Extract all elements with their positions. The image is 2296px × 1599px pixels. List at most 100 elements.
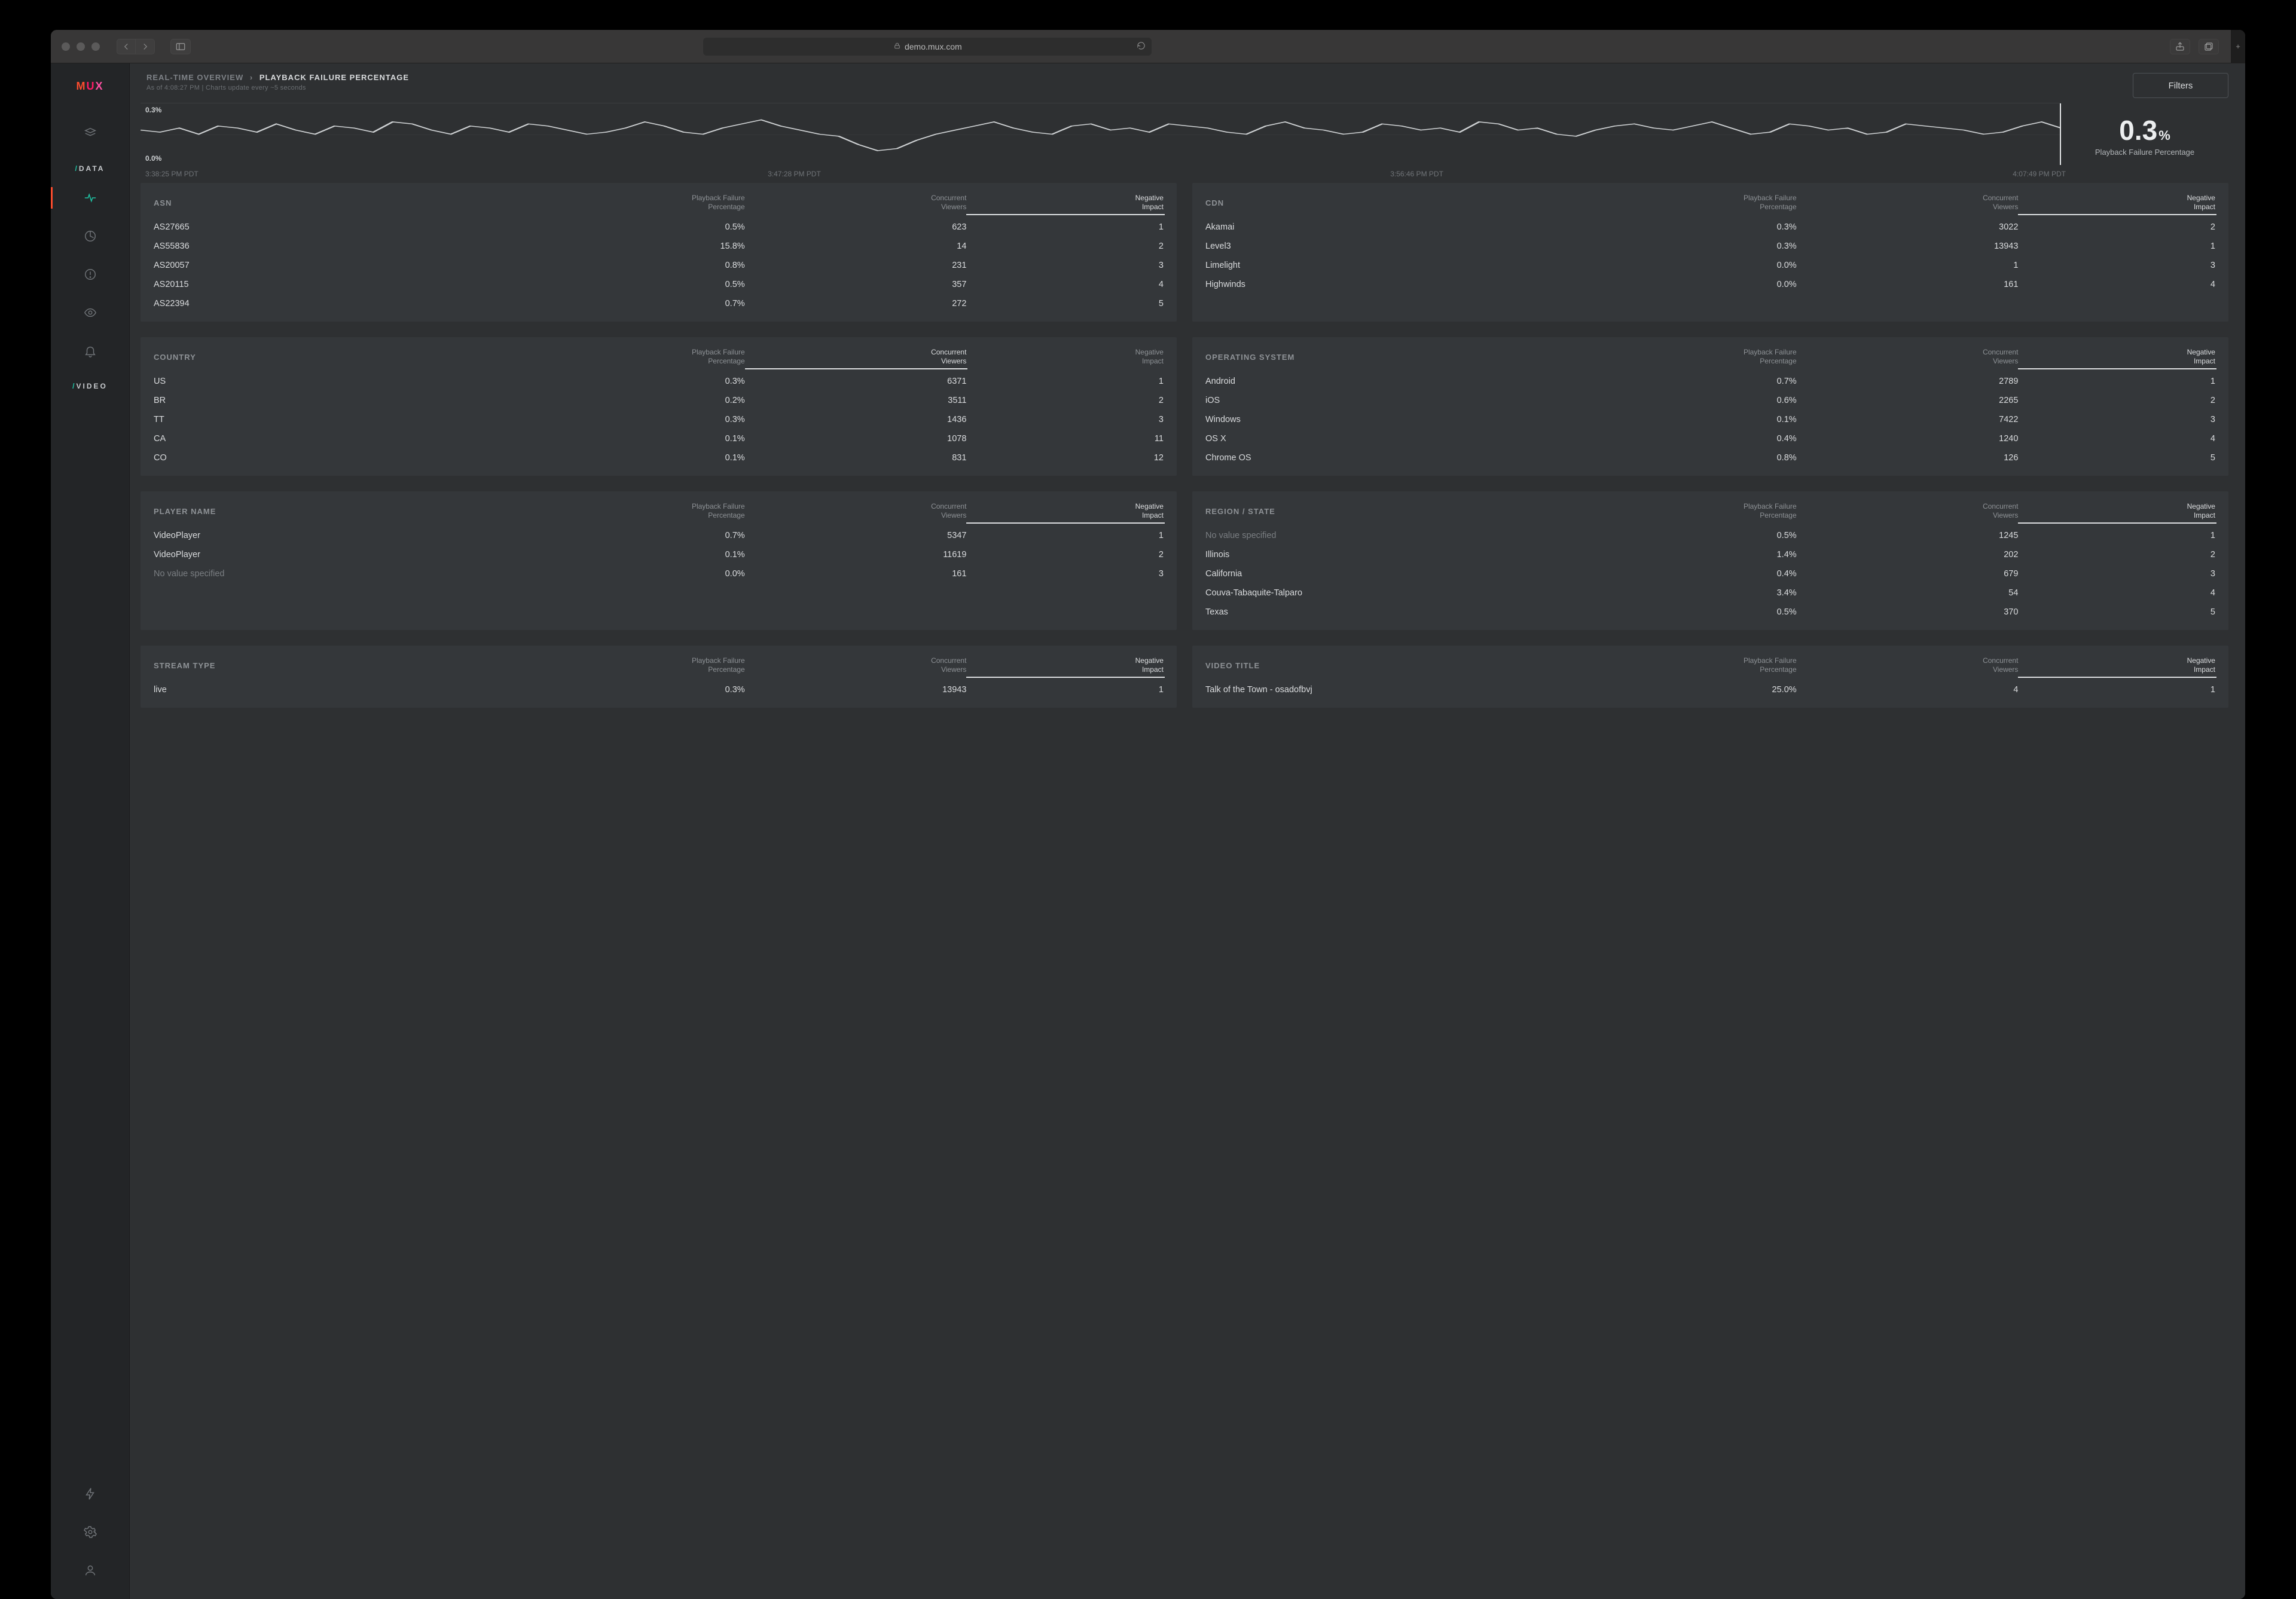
tabs-button[interactable] — [2199, 39, 2219, 54]
table-row[interactable]: Android0.7%27891 — [1205, 372, 2215, 391]
new-tab-button[interactable]: + — [2231, 30, 2245, 63]
window-controls — [62, 42, 100, 51]
table-row[interactable]: AS223940.7%2725 — [154, 294, 1164, 313]
sidebar-item-settings[interactable] — [51, 1513, 129, 1551]
table-row[interactable]: Windows0.1%74223 — [1205, 410, 2215, 429]
sidebar-item-realtime[interactable] — [51, 179, 129, 217]
table-row[interactable]: Texas0.5%3705 — [1205, 603, 2215, 622]
table-row[interactable]: US0.3%63711 — [154, 372, 1164, 391]
table-row[interactable]: AS201150.5%3574 — [154, 275, 1164, 294]
column-header-impact[interactable]: NegativeImpact — [2018, 348, 2215, 366]
table-row[interactable]: Chrome OS0.8%1265 — [1205, 448, 2215, 467]
column-header-impact[interactable]: NegativeImpact — [966, 348, 1164, 366]
table-row[interactable]: TT0.3%14363 — [154, 410, 1164, 429]
table-row[interactable]: AS200570.8%2313 — [154, 256, 1164, 275]
table-row[interactable]: iOS0.6%22652 — [1205, 391, 2215, 410]
table-row[interactable]: VideoPlayer0.1%116192 — [154, 545, 1164, 564]
column-header-viewers[interactable]: ConcurrentViewers — [745, 194, 967, 212]
column-header-viewers[interactable]: ConcurrentViewers — [1797, 656, 2019, 674]
table-row[interactable]: live0.3%139431 — [154, 680, 1164, 699]
column-header-impact[interactable]: NegativeImpact — [966, 194, 1164, 212]
column-header-metric[interactable]: Playback FailurePercentage — [499, 502, 745, 520]
sidebar-group-video: /VIDEO — [51, 370, 129, 396]
sidebar-item-alerts[interactable] — [51, 332, 129, 370]
table-row[interactable]: CO0.1%83112 — [154, 448, 1164, 467]
column-header-impact[interactable]: NegativeImpact — [2018, 194, 2215, 212]
breakdown-panels: ASNPlayback FailurePercentageConcurrentV… — [141, 183, 2228, 708]
row-impact: 4 — [2018, 434, 2215, 444]
table-row[interactable]: BR0.2%35112 — [154, 391, 1164, 410]
sidebar-toggle-button[interactable] — [170, 39, 191, 54]
column-header-metric[interactable]: Playback FailurePercentage — [1550, 656, 1797, 674]
sidebar-group-data: /DATA — [51, 152, 129, 179]
table-row[interactable]: Akamai0.3%30222 — [1205, 218, 2215, 237]
column-header-viewers[interactable]: ConcurrentViewers — [1797, 348, 2019, 366]
main-content: REAL-TIME OVERVIEW › PLAYBACK FAILURE PE… — [130, 63, 2245, 1599]
column-header-viewers[interactable]: ConcurrentViewers — [745, 348, 967, 366]
column-header-metric[interactable]: Playback FailurePercentage — [499, 348, 745, 366]
reload-icon[interactable] — [1137, 41, 1146, 52]
column-header-metric[interactable]: Playback FailurePercentage — [1550, 348, 1797, 366]
row-impact: 1 — [966, 685, 1164, 695]
table-row[interactable]: Talk of the Town - osadofbvj25.0%41 — [1205, 680, 2215, 699]
sidebar-item-views[interactable] — [51, 293, 129, 332]
zoom-window-icon[interactable] — [91, 42, 100, 51]
address-bar[interactable]: demo.mux.com — [703, 38, 1152, 56]
column-header-viewers[interactable]: ConcurrentViewers — [1797, 194, 2019, 212]
row-metric: 0.7% — [499, 299, 745, 308]
row-viewers: 4 — [1797, 685, 2019, 695]
sidebar-item-env[interactable] — [51, 114, 129, 152]
table-row[interactable]: OS X0.4%12404 — [1205, 429, 2215, 448]
table-row[interactable]: AS276650.5%6231 — [154, 218, 1164, 237]
column-header-impact[interactable]: NegativeImpact — [2018, 656, 2215, 674]
back-button[interactable] — [117, 39, 136, 54]
table-row[interactable]: Highwinds0.0%1614 — [1205, 275, 2215, 294]
column-header-metric[interactable]: Playback FailurePercentage — [1550, 194, 1797, 212]
column-header-metric[interactable]: Playback FailurePercentage — [499, 656, 745, 674]
table-row[interactable]: No value specified0.0%1613 — [154, 564, 1164, 583]
sidebar-item-activity[interactable] — [51, 1475, 129, 1513]
breadcrumb-root[interactable]: REAL-TIME OVERVIEW — [146, 73, 243, 82]
forward-button[interactable] — [136, 39, 155, 54]
table-row[interactable]: Illinois1.4%2022 — [1205, 545, 2215, 564]
row-viewers: 679 — [1797, 569, 2019, 579]
row-metric: 0.0% — [1550, 261, 1797, 270]
column-header-viewers[interactable]: ConcurrentViewers — [745, 502, 967, 520]
row-name: AS20057 — [154, 261, 499, 270]
table-row[interactable]: California0.4%6793 — [1205, 564, 2215, 583]
close-window-icon[interactable] — [62, 42, 70, 51]
row-metric: 0.8% — [499, 261, 745, 270]
row-viewers: 272 — [745, 299, 967, 308]
column-header-viewers[interactable]: ConcurrentViewers — [745, 656, 967, 674]
table-row[interactable]: AS5583615.8%142 — [154, 237, 1164, 256]
column-header-metric[interactable]: Playback FailurePercentage — [499, 194, 745, 212]
sidebar-item-metrics[interactable] — [51, 217, 129, 255]
column-header-viewers[interactable]: ConcurrentViewers — [1797, 502, 2019, 520]
sparkline-chart[interactable]: 0.3% 0.0% — [141, 103, 2061, 165]
column-header-impact[interactable]: NegativeImpact — [2018, 502, 2215, 520]
sidebar-item-account[interactable] — [51, 1551, 129, 1589]
table-row[interactable]: VideoPlayer0.7%53471 — [154, 526, 1164, 545]
row-metric: 0.3% — [499, 685, 745, 695]
row-viewers: 370 — [1797, 607, 2019, 617]
panel-country: COUNTRYPlayback FailurePercentageConcurr… — [141, 337, 1177, 476]
row-name: AS20115 — [154, 280, 499, 289]
minimize-window-icon[interactable] — [77, 42, 85, 51]
filters-button[interactable]: Filters — [2133, 73, 2228, 98]
table-row[interactable]: Couva-Tabaquite-Talparo3.4%544 — [1205, 583, 2215, 603]
table-row[interactable]: Limelight0.0%13 — [1205, 256, 2215, 275]
app-logo[interactable]: MUX — [51, 80, 129, 93]
table-row[interactable]: No value specified0.5%12451 — [1205, 526, 2215, 545]
table-row[interactable]: CA0.1%107811 — [154, 429, 1164, 448]
sidebar-item-errors[interactable] — [51, 255, 129, 293]
column-header-metric[interactable]: Playback FailurePercentage — [1550, 502, 1797, 520]
row-impact: 4 — [966, 280, 1164, 289]
column-header-impact[interactable]: NegativeImpact — [966, 502, 1164, 520]
column-header-impact[interactable]: NegativeImpact — [966, 656, 1164, 674]
row-metric: 0.5% — [499, 222, 745, 232]
share-button[interactable] — [2170, 39, 2190, 54]
table-row[interactable]: Level30.3%139431 — [1205, 237, 2215, 256]
row-impact: 2 — [2018, 396, 2215, 405]
titlebar: demo.mux.com + — [51, 30, 2245, 63]
breadcrumb: REAL-TIME OVERVIEW › PLAYBACK FAILURE PE… — [146, 73, 409, 82]
